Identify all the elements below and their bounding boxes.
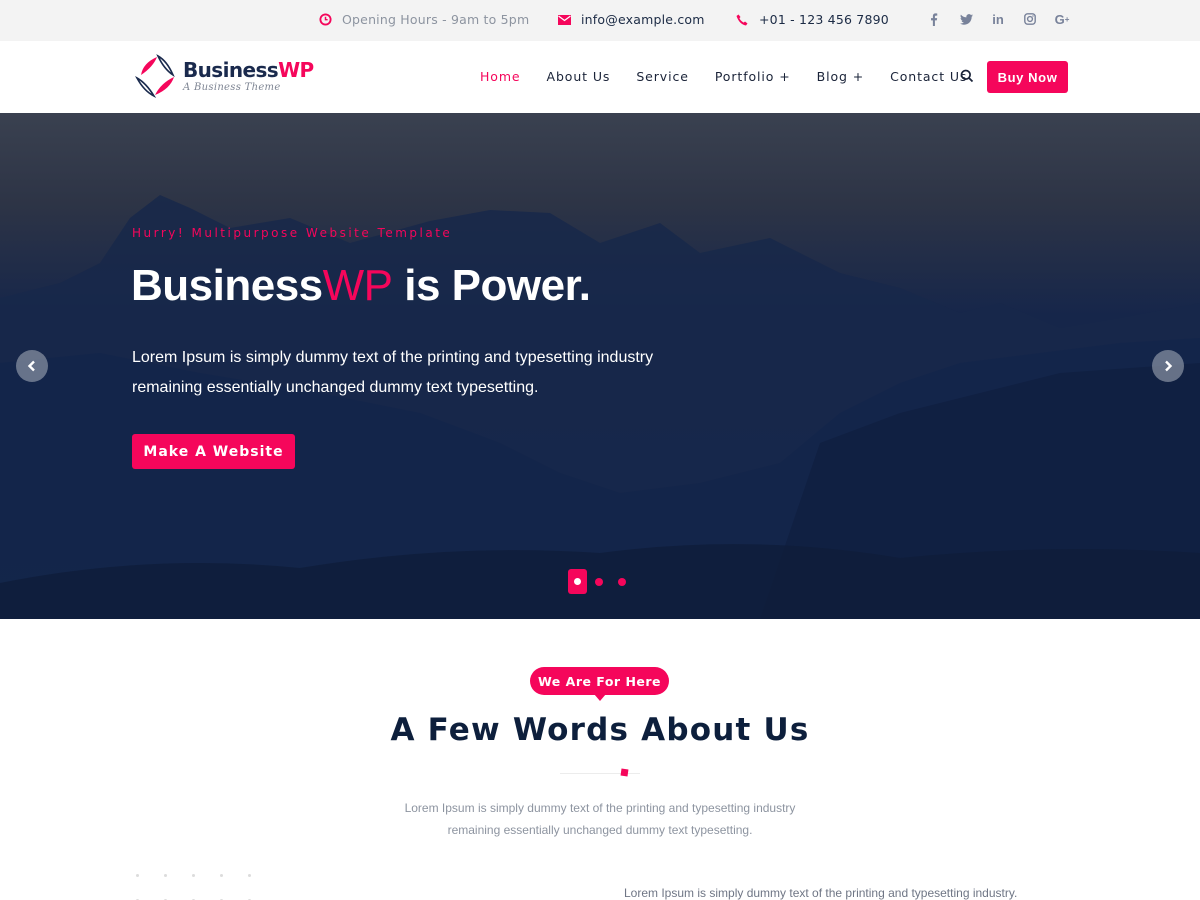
nav-home[interactable]: Home xyxy=(480,69,521,84)
envelope-icon xyxy=(557,13,571,27)
hero-slider: Hurry! Multipurpose Website Template Bus… xyxy=(0,113,1200,619)
logo-name: BusinessWP xyxy=(183,58,314,82)
chevron-left-icon xyxy=(27,360,35,372)
search-icon[interactable] xyxy=(960,69,974,83)
about-side-text: Lorem Ipsum is simply dummy text of the … xyxy=(624,886,1018,900)
opening-hours: Opening Hours - 9am to 5pm xyxy=(318,12,529,27)
instagram-icon[interactable] xyxy=(1014,11,1046,27)
slider-prev-button[interactable] xyxy=(16,350,48,382)
slider-next-button[interactable] xyxy=(1152,350,1184,382)
logo-mark-icon xyxy=(134,54,175,98)
email-contact[interactable]: info@example.com xyxy=(557,12,705,27)
logo-tagline: A Business Theme xyxy=(183,82,281,93)
slider-dot-2[interactable] xyxy=(595,577,603,586)
chevron-right-icon xyxy=(1165,360,1173,372)
phone-icon xyxy=(735,13,749,27)
google-plus-icon[interactable]: G + xyxy=(1046,11,1078,27)
main-nav: Home About Us Service Portfolio + Blog +… xyxy=(480,69,993,84)
clock-icon xyxy=(318,13,332,27)
site-header: BusinessWP A Business Theme Home About U… xyxy=(0,41,1200,113)
hero-subtitle: Hurry! Multipurpose Website Template xyxy=(132,226,453,240)
phone-link[interactable]: +01 - 123 456 7890 xyxy=(759,12,889,27)
facebook-icon[interactable] xyxy=(918,11,950,27)
phone-contact[interactable]: +01 - 123 456 7890 xyxy=(735,12,889,27)
logo[interactable]: BusinessWP A Business Theme xyxy=(133,53,314,99)
twitter-icon[interactable] xyxy=(950,11,982,27)
buy-now-button[interactable]: Buy Now xyxy=(987,61,1068,93)
decorative-dot-grid xyxy=(136,874,276,900)
nav-portfolio[interactable]: Portfolio + xyxy=(715,69,791,84)
top-bar: Opening Hours - 9am to 5pm info@example.… xyxy=(0,0,1200,41)
section-badge: We Are For Here xyxy=(530,667,669,701)
divider-accent xyxy=(620,768,629,777)
slider-dot-3[interactable] xyxy=(618,577,626,586)
about-title: A Few Words About Us xyxy=(390,712,810,748)
nav-contact-us[interactable]: Contact Us xyxy=(890,69,967,84)
title-divider xyxy=(560,773,640,774)
about-description: Lorem Ipsum is simply dummy text of the … xyxy=(404,801,796,837)
slider-pagination xyxy=(568,569,641,594)
social-links: in G + xyxy=(918,11,1078,27)
nav-blog[interactable]: Blog + xyxy=(817,69,864,84)
slider-dot-1[interactable] xyxy=(568,569,587,594)
linkedin-icon[interactable]: in xyxy=(982,11,1014,27)
hero-description: Lorem Ipsum is simply dummy text of the … xyxy=(132,349,654,396)
email-link[interactable]: info@example.com xyxy=(581,12,705,27)
opening-hours-text: Opening Hours - 9am to 5pm xyxy=(342,12,530,27)
hero-title: BusinessWP is Power. xyxy=(131,261,591,310)
nav-service[interactable]: Service xyxy=(636,69,689,84)
nav-about-us[interactable]: About Us xyxy=(547,69,611,84)
make-website-button[interactable]: Make A Website xyxy=(132,434,295,469)
